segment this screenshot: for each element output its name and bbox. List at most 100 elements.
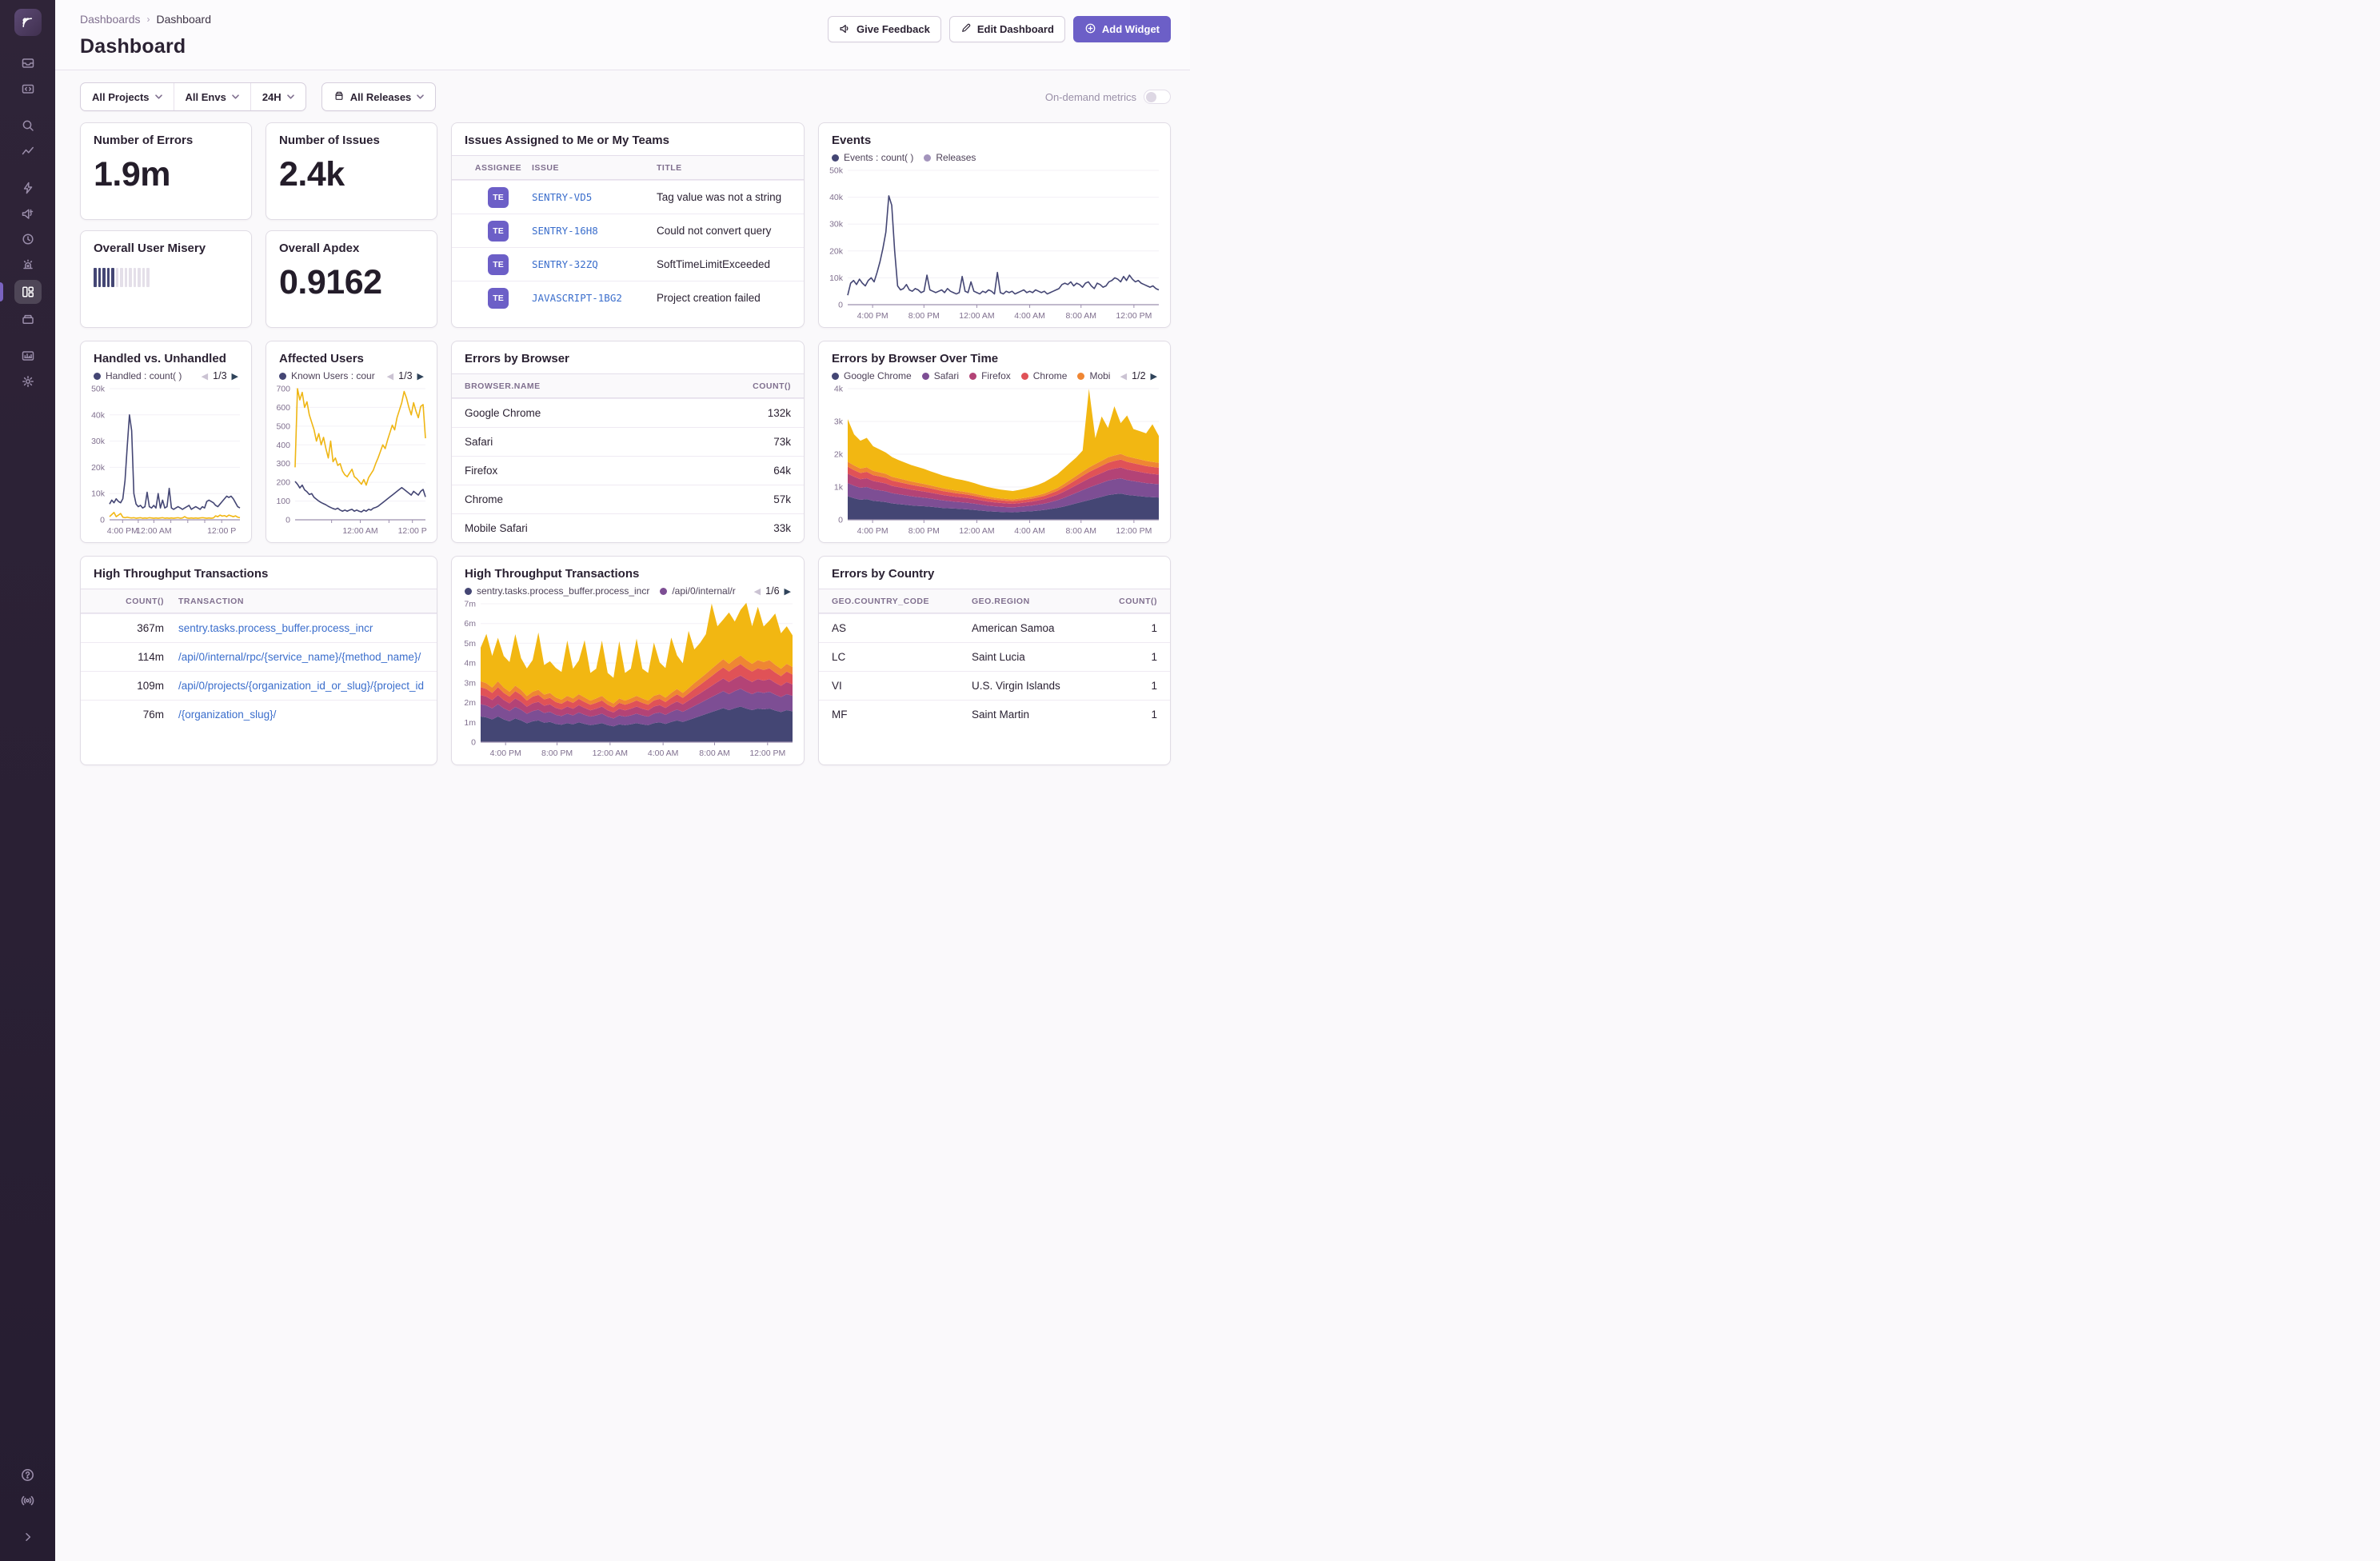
table-cell: Could not convert query [657,225,772,237]
svg-text:4k: 4k [834,385,844,394]
widget-errors-by-browser-over-time[interactable]: Errors by Browser Over Time Google Chrom… [818,341,1171,543]
sidebar-item-settings[interactable] [14,371,42,392]
widget-overall-user-misery[interactable]: Overall User Misery [80,230,252,328]
widget-number-of-issues[interactable]: Number of Issues 2.4k [266,122,437,220]
table-cell: 1 [1151,622,1157,634]
svg-text:4:00 AM: 4:00 AM [648,749,679,758]
prev-page-icon[interactable]: ◀ [387,371,393,381]
legend-item[interactable]: Handled : count( ) [94,370,182,381]
table-cell: 57k [773,493,791,505]
legend-item[interactable]: sentry.tasks.process_buffer.process_incr [465,585,649,597]
legend-item[interactable]: Releases [924,152,976,163]
legend-item[interactable]: Google Chrome [832,370,912,381]
transaction-link[interactable]: /api/0/projects/{organization_id_or_slug… [178,680,424,692]
next-page-icon[interactable]: ▶ [785,586,791,597]
breadcrumb-dashboards[interactable]: Dashboards [80,13,141,26]
widget-high-throughput-chart[interactable]: High Throughput Transactions sentry.task… [451,556,805,765]
legend-item[interactable]: Mobile S [1077,370,1110,381]
svg-text:8:00 AM: 8:00 AM [1065,311,1096,321]
help-icon[interactable] [14,1464,42,1485]
assignee-avatar[interactable]: TE [488,254,509,275]
widget-events[interactable]: Events Events : count( ) Releases 0 10k 20k… [818,122,1171,328]
sidebar-item-issues[interactable] [14,53,42,74]
widget-affected-users[interactable]: Affected Users Known Users : cour ◀ 1/3 ▶ … [266,341,437,543]
sidebar-item-replays[interactable] [14,229,42,250]
widget-handled-vs-unhandled[interactable]: Handled vs. Unhandled Handled : count( )… [80,341,252,543]
svg-text:0: 0 [838,516,843,525]
svg-text:8:00 AM: 8:00 AM [1065,526,1096,536]
date-range-filter[interactable]: 24H [251,83,305,110]
svg-text:4m: 4m [464,659,476,669]
table-cell: American Samoa [972,622,1055,634]
legend-item[interactable]: Events : count( ) [832,152,913,163]
widget-title: Overall Apdex [279,242,360,255]
transaction-link[interactable]: sentry.tasks.process_buffer.process_incr [178,622,373,634]
sidebar-item-performance[interactable] [14,178,42,198]
sidebar-item-releases[interactable] [14,309,42,329]
prev-page-icon[interactable]: ◀ [754,586,761,597]
sidebar-item-feedback[interactable] [14,203,42,224]
svg-text:2k: 2k [834,450,844,460]
widget-errors-by-browser[interactable]: Errors by Browser BROWSER.NAME COUNT() Goo… [451,341,805,543]
sidebar-item-projects[interactable] [14,78,42,99]
widget-issues-assigned[interactable]: Issues Assigned to Me or My Teams ASSIGN… [451,122,805,328]
table-row: MF Saint Martin 1 [819,700,1170,729]
widget-high-throughput-table[interactable]: High Throughput Transactions COUNT() TRAN… [80,556,437,765]
releases-filter[interactable]: All Releases [322,83,436,110]
edit-dashboard-button[interactable]: Edit Dashboard [948,16,1065,42]
assignee-avatar[interactable]: TE [488,287,509,309]
legend-item[interactable]: Safari [921,370,959,381]
legend-item[interactable]: Known Users : cour [279,370,375,381]
svg-text:6m: 6m [464,619,476,629]
table-cell: 73k [773,436,791,448]
legend-dot-icon [832,154,839,162]
give-feedback-button[interactable]: Give Feedback [828,16,941,42]
environment-filter[interactable]: All Envs [174,83,251,110]
sentry-logo[interactable] [14,9,42,36]
issue-link[interactable]: SENTRY-16H8 [532,225,598,237]
collapse-sidebar-icon[interactable] [14,1527,42,1547]
sidebar-item-metrics[interactable] [14,141,42,162]
issue-link[interactable]: SENTRY-VD5 [532,191,592,203]
svg-text:30k: 30k [91,437,106,446]
assignee-avatar[interactable]: TE [488,220,509,242]
widget-number-of-errors[interactable]: Number of Errors 1.9m [80,122,252,220]
transaction-link[interactable]: /{organization_slug}/ [178,709,276,721]
prev-page-icon[interactable]: ◀ [202,371,208,381]
legend-dot-icon [1077,372,1085,380]
add-widget-button[interactable]: Add Widget [1072,16,1171,42]
whats-new-icon[interactable] [14,1490,42,1511]
table-row: 76m /{organization_slug}/ [81,700,437,729]
errors-by-browser-table: BROWSER.NAME COUNT() Google Chrome 132k Safa… [452,373,804,542]
widget-errors-by-country[interactable]: Errors by Country GEO.COUNTRY_CODE GEO.RE… [818,556,1171,765]
page-title: Dashboard [80,35,186,58]
widget-overall-apdex[interactable]: Overall Apdex 0.9162 [266,230,437,328]
sidebar-item-dashboards[interactable] [14,280,42,304]
svg-text:7m: 7m [464,600,476,609]
project-filter[interactable]: All Projects [81,83,174,110]
sidebar-item-alerts[interactable] [14,254,42,275]
svg-text:3k: 3k [834,417,844,427]
assignee-avatar[interactable]: TE [488,186,509,208]
legend-item[interactable]: /api/0/internal/r [660,585,736,597]
next-page-icon[interactable]: ▶ [417,371,424,381]
prev-page-icon[interactable]: ◀ [1120,371,1127,381]
sidebar-item-stats[interactable] [14,345,42,366]
sidebar-item-search[interactable] [14,115,42,136]
issue-link[interactable]: SENTRY-32ZQ [532,258,598,270]
issue-link[interactable]: JAVASCRIPT-1BG2 [532,292,622,304]
column-header: GEO.COUNTRY_CODE [832,596,929,606]
affected-users-chart: 0 100 200 300 400 500 600 700 12:00 AM 12:00 P [268,383,432,539]
ondemand-metrics-toggle[interactable] [1144,90,1171,104]
release-icon [333,90,345,104]
next-page-icon[interactable]: ▶ [232,371,238,381]
table-row: Google Chrome 132k [452,398,804,427]
legend-item[interactable]: Firefox [969,370,1011,381]
next-page-icon[interactable]: ▶ [1151,371,1157,381]
legend-item[interactable]: Chrome [1020,370,1067,381]
breadcrumb-current: Dashboard [156,13,212,26]
svg-text:10k: 10k [91,489,106,499]
svg-text:700: 700 [276,385,290,394]
transaction-link[interactable]: /api/0/internal/rpc/{service_name}/{meth… [178,651,421,663]
table-cell: Saint Lucia [972,651,1025,663]
